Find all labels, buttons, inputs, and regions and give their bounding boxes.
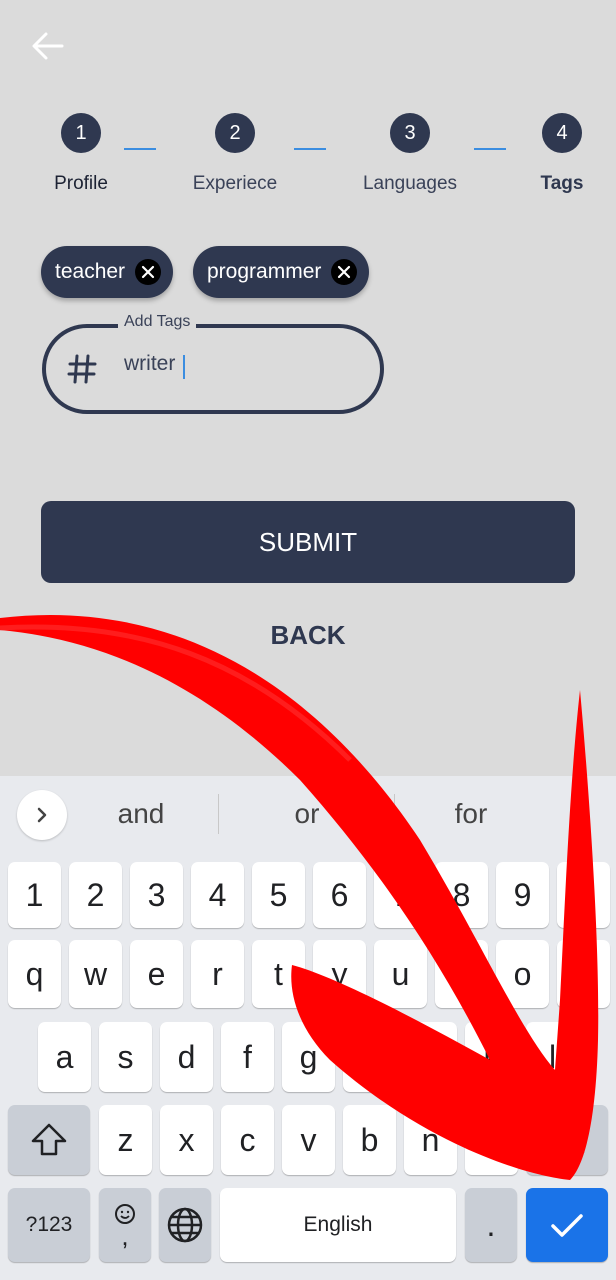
key[interactable]: m [465, 1105, 518, 1175]
tag-chip-label: programmer [207, 260, 322, 283]
key[interactable]: i [435, 940, 488, 1008]
key[interactable]: 4 [191, 862, 244, 928]
key[interactable]: a [38, 1022, 91, 1092]
key[interactable]: o [496, 940, 549, 1008]
key[interactable]: b [343, 1105, 396, 1175]
suggestion-divider [218, 794, 219, 834]
chevron-right-icon[interactable] [17, 790, 67, 840]
tag-chip: programmer [193, 246, 370, 298]
globe-key[interactable] [159, 1188, 211, 1262]
key[interactable]: g [282, 1022, 335, 1092]
step-3-label: Languages [362, 173, 458, 194]
globe-icon [167, 1207, 203, 1243]
suggestion-divider [394, 794, 395, 834]
emoji-key[interactable]: , [99, 1188, 151, 1262]
close-icon[interactable] [331, 259, 358, 285]
step-3-circle: 3 [390, 113, 430, 153]
key[interactable]: q [8, 940, 61, 1008]
key[interactable]: 5 [252, 862, 305, 928]
suggestion[interactable]: and [118, 798, 165, 830]
hash-icon [66, 352, 98, 386]
period-key[interactable]: . [465, 1188, 517, 1262]
key[interactable]: t [252, 940, 305, 1008]
key[interactable]: 0 [557, 862, 610, 928]
text-caret [183, 355, 185, 379]
suggestion[interactable]: for [455, 798, 488, 830]
key[interactable]: u [374, 940, 427, 1008]
key[interactable]: f [221, 1022, 274, 1092]
space-key[interactable]: English [220, 1188, 456, 1262]
key[interactable]: y [313, 940, 366, 1008]
key[interactable]: e [130, 940, 183, 1008]
key[interactable]: 8 [435, 862, 488, 928]
shift-icon [31, 1123, 67, 1156]
key[interactable]: s [99, 1022, 152, 1092]
back-button[interactable]: BACK [0, 620, 616, 651]
tag-chip-label: teacher [55, 260, 126, 283]
step-2-label: Experiece [192, 173, 278, 194]
backspace-icon [548, 1126, 585, 1154]
checkmark-icon [551, 1214, 583, 1237]
key[interactable]: v [282, 1105, 335, 1175]
add-tags-label: Add Tags [118, 313, 197, 331]
backspace-key[interactable] [526, 1105, 608, 1175]
step-1-circle: 1 [61, 113, 101, 153]
step-2-circle: 2 [215, 113, 255, 153]
tag-chip: teacher [41, 246, 174, 298]
key[interactable]: x [160, 1105, 213, 1175]
key[interactable]: r [191, 940, 244, 1008]
step-connector [124, 148, 156, 150]
key[interactable]: 9 [496, 862, 549, 928]
key[interactable]: k [465, 1022, 518, 1092]
submit-button[interactable]: SUBMIT [41, 501, 575, 583]
step-connector [474, 148, 506, 150]
add-tags-value: writer [124, 352, 176, 375]
key[interactable]: p [557, 940, 610, 1008]
key[interactable]: 2 [69, 862, 122, 928]
key[interactable]: c [221, 1105, 274, 1175]
step-connector [294, 148, 326, 150]
key[interactable]: j [404, 1022, 457, 1092]
step-4-circle: 4 [542, 113, 582, 153]
key[interactable]: 3 [130, 862, 183, 928]
enter-key[interactable] [526, 1188, 608, 1262]
symbols-key[interactable]: ?123 [8, 1188, 90, 1262]
key[interactable]: w [69, 940, 122, 1008]
step-4-label: Tags [540, 173, 584, 194]
step-1-label: Profile [54, 173, 108, 194]
key[interactable]: l [526, 1022, 579, 1092]
key[interactable]: d [160, 1022, 213, 1092]
back-arrow-icon[interactable] [30, 28, 66, 64]
key[interactable]: 6 [313, 862, 366, 928]
key[interactable]: n [404, 1105, 457, 1175]
key[interactable]: h [343, 1022, 396, 1092]
key[interactable]: 1 [8, 862, 61, 928]
suggestion[interactable]: or [295, 798, 320, 830]
key[interactable]: z [99, 1105, 152, 1175]
comma-label: , [121, 1221, 129, 1251]
key[interactable]: 7 [374, 862, 427, 928]
shift-key[interactable] [8, 1105, 90, 1175]
close-icon[interactable] [135, 259, 162, 285]
